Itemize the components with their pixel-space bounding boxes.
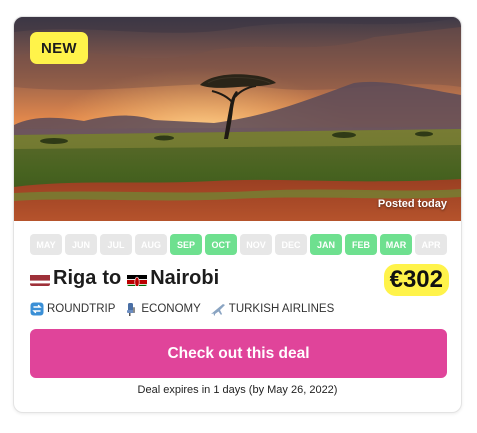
month-oct: OCT	[205, 234, 237, 255]
airplane-icon	[210, 302, 226, 316]
cabin-class: ECONOMY	[124, 302, 201, 316]
route-title: Riga to Nairobi	[30, 267, 219, 290]
airline: TURKISH AIRLINES	[210, 302, 334, 316]
cabin-label: ECONOMY	[141, 303, 201, 315]
month-feb: FEB	[345, 234, 377, 255]
route-connector: to	[102, 267, 122, 289]
deal-card[interactable]: NEW Posted today MAY JUN JUL AUG SEP OCT…	[13, 16, 462, 413]
month-may: MAY	[30, 234, 62, 255]
airline-label: TURKISH AIRLINES	[228, 303, 335, 315]
trip-type-label: ROUNDTRIP	[47, 303, 116, 315]
origin-city: Riga	[53, 267, 97, 289]
trip-details: ROUNDTRIP ECONOMY TURKISH AIRLINES	[30, 302, 343, 316]
month-mar: MAR	[380, 234, 412, 255]
check-deal-button[interactable]: Check out this deal	[30, 329, 447, 378]
month-sep: SEP	[170, 234, 202, 255]
month-dec: DEC	[275, 234, 307, 255]
latvia-flag-icon	[30, 272, 50, 286]
price-tag: €302	[383, 264, 449, 296]
destination-city: Nairobi	[150, 267, 220, 289]
posted-time: Posted today	[377, 198, 447, 210]
seat-icon	[124, 302, 138, 316]
month-apr: APR	[415, 234, 447, 255]
month-jun: JUN	[65, 234, 97, 255]
month-jul: JUL	[100, 234, 132, 255]
month-nov: NOV	[240, 234, 272, 255]
month-jan: JAN	[310, 234, 342, 255]
hero-image: NEW Posted today	[14, 17, 461, 221]
roundtrip-icon	[30, 302, 44, 316]
trip-type: ROUNDTRIP	[30, 302, 115, 316]
deal-expiry: Deal expires in 1 days (by May 26, 2022)	[137, 384, 338, 396]
kenya-flag-icon	[127, 272, 148, 286]
new-badge: NEW	[30, 32, 88, 64]
month-aug: AUG	[135, 234, 167, 255]
travel-months: MAY JUN JUL AUG SEP OCT NOV DEC JAN FEB …	[30, 234, 447, 255]
